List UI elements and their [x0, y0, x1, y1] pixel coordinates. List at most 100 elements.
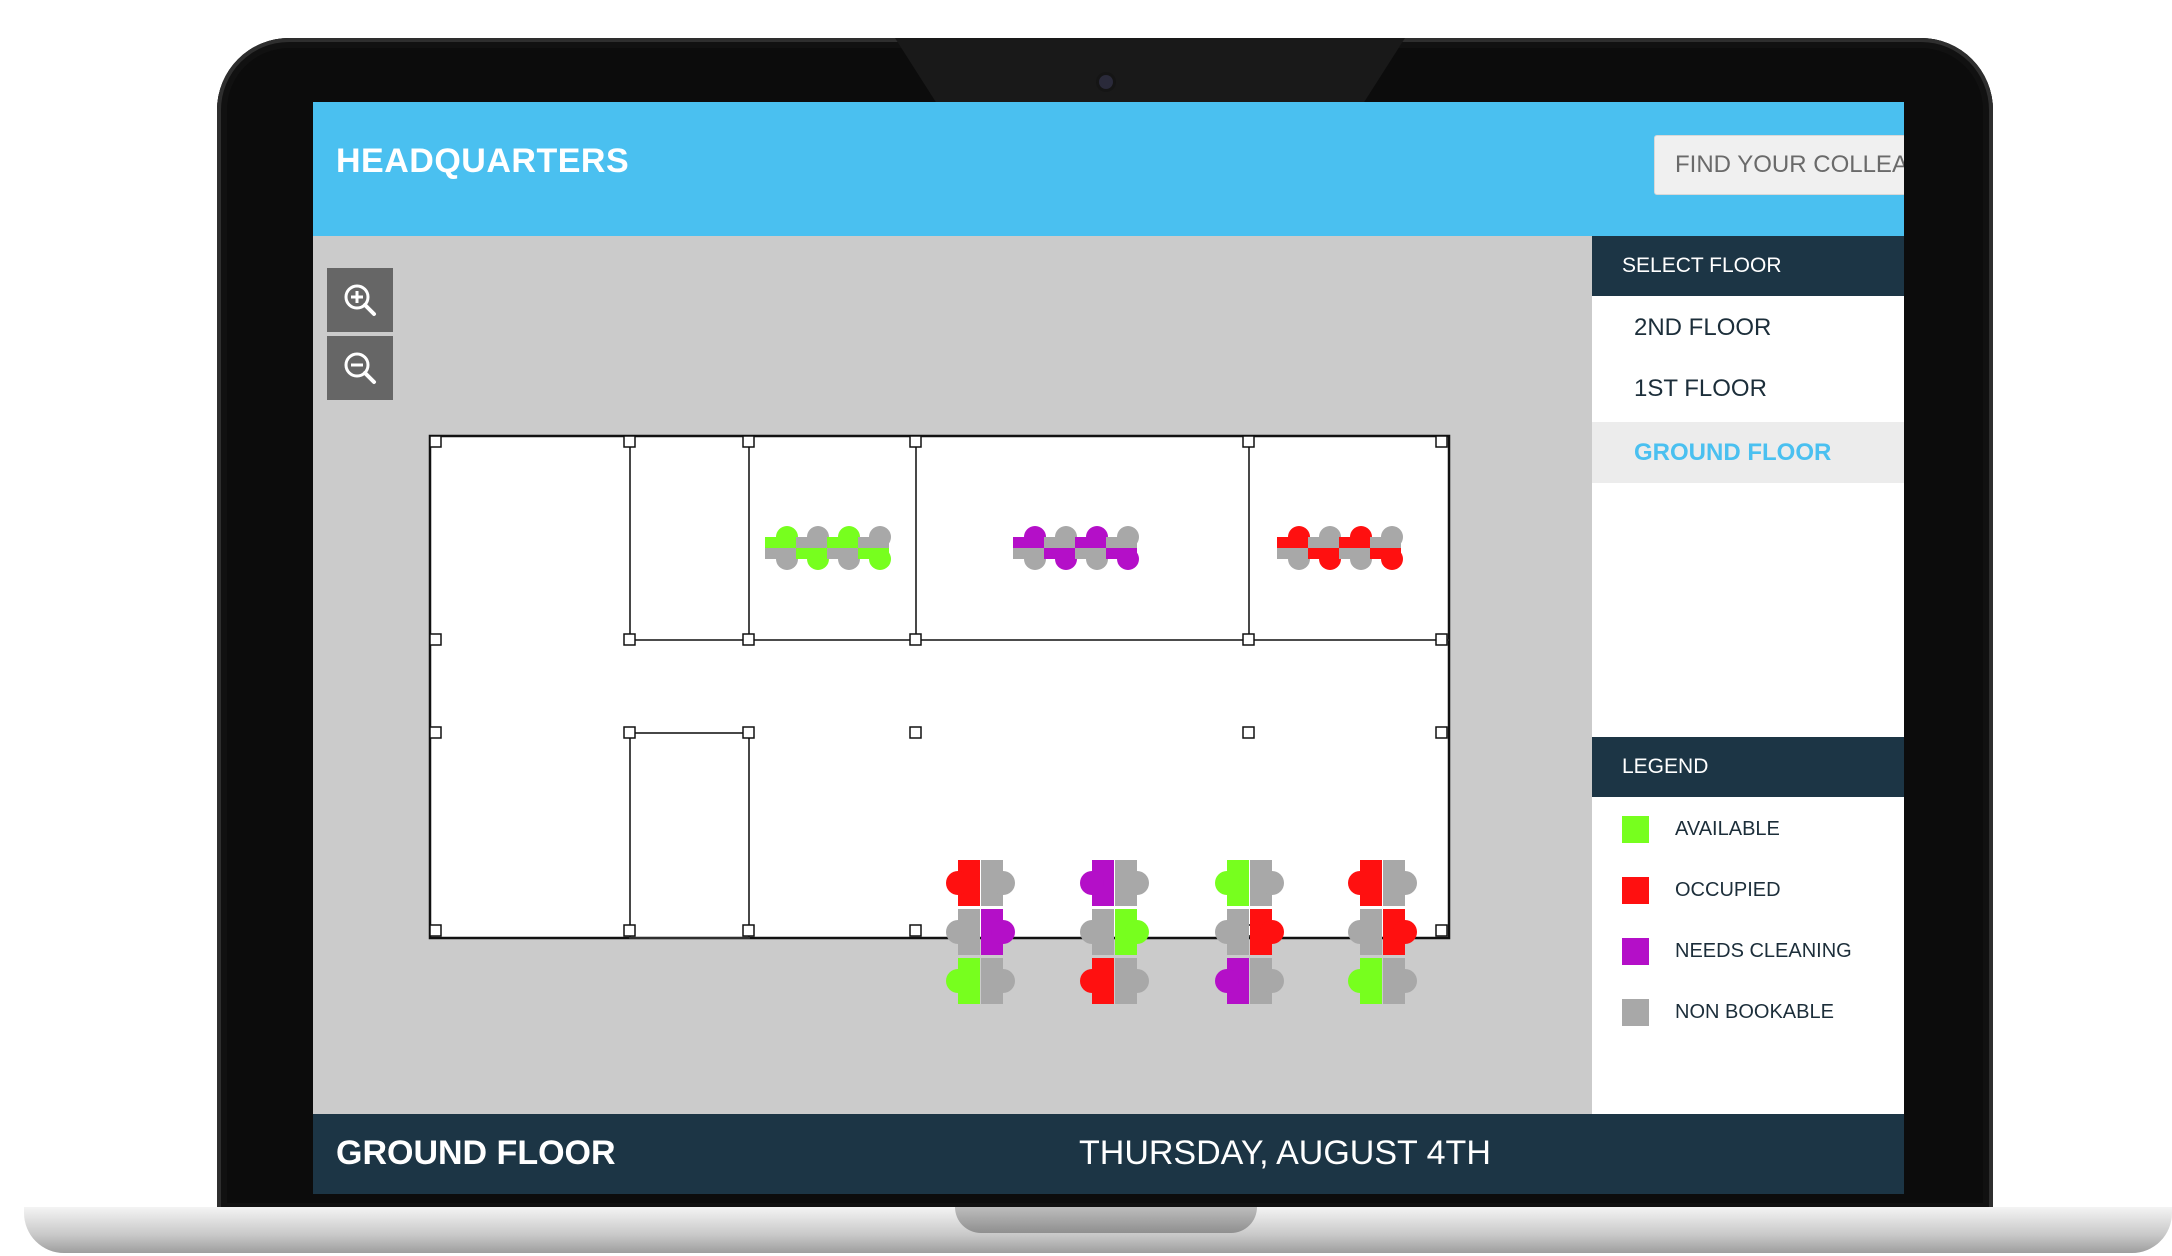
- resize-handle: [429, 633, 442, 646]
- legend-label: NEEDS CLEANING: [1675, 939, 1852, 962]
- legend-label: OCCUPIED: [1675, 878, 1781, 901]
- legend-label: AVAILABLE: [1675, 817, 1780, 840]
- seat-occupied[interactable]: [1319, 548, 1341, 570]
- seat-non_bookable[interactable]: [1260, 871, 1284, 895]
- seat-cleaning[interactable]: [1013, 537, 1044, 548]
- seat-non_bookable[interactable]: [1348, 920, 1372, 944]
- seat-cleaning[interactable]: [1080, 871, 1104, 895]
- seat-cleaning[interactable]: [1055, 548, 1077, 570]
- resize-handle: [429, 435, 442, 448]
- resize-handle: [1435, 924, 1448, 937]
- legend-item-available: AVAILABLE: [1622, 814, 1780, 844]
- camera-icon: [1099, 75, 1113, 89]
- resize-handle: [623, 633, 636, 646]
- page-title: HEADQUARTERS: [336, 142, 630, 180]
- laptop-base-notch: [955, 1207, 1257, 1233]
- seat-non_bookable[interactable]: [991, 969, 1015, 993]
- resize-handle: [1242, 726, 1255, 739]
- seat-available[interactable]: [1348, 969, 1372, 993]
- legend-item-non-bookable: NON BOOKABLE: [1622, 997, 1834, 1027]
- seat-non_bookable[interactable]: [1106, 537, 1137, 548]
- seat-non_bookable[interactable]: [1350, 548, 1372, 570]
- seat-cleaning[interactable]: [1117, 548, 1139, 570]
- floor-item-1st[interactable]: 1ST FLOOR: [1592, 358, 1904, 419]
- seat-non_bookable[interactable]: [1370, 537, 1401, 548]
- seat-occupied[interactable]: [1381, 548, 1403, 570]
- resize-handle: [1242, 633, 1255, 646]
- colleague-search-input[interactable]: [1654, 135, 1904, 195]
- seat-available[interactable]: [1215, 871, 1239, 895]
- seat-non_bookable[interactable]: [1125, 969, 1149, 993]
- resize-handle: [909, 633, 922, 646]
- seat-available[interactable]: [946, 969, 970, 993]
- resize-handle: [742, 435, 755, 448]
- resize-handle: [742, 924, 755, 937]
- seat-available[interactable]: [765, 537, 796, 548]
- status-footer: GROUND FLOOR THURSDAY, AUGUST 4TH: [313, 1114, 1904, 1194]
- seat-non_bookable[interactable]: [838, 548, 860, 570]
- seat-available[interactable]: [807, 548, 829, 570]
- app-screen: HEADQUARTERS SELECT FLOOR 2ND FLOOR 1ST …: [313, 102, 1904, 1194]
- legend-item-occupied: OCCUPIED: [1622, 875, 1781, 905]
- seat-non_bookable[interactable]: [1024, 548, 1046, 570]
- seat-non_bookable[interactable]: [776, 548, 798, 570]
- app-header: HEADQUARTERS: [313, 102, 1904, 236]
- select-floor-heading: SELECT FLOOR: [1592, 236, 1904, 296]
- seat-non_bookable[interactable]: [1215, 920, 1239, 944]
- seat-non_bookable[interactable]: [1308, 537, 1339, 548]
- seat-non_bookable[interactable]: [1044, 537, 1075, 548]
- current-floor-label: GROUND FLOOR: [336, 1134, 616, 1172]
- legend-label: NON BOOKABLE: [1675, 1000, 1834, 1023]
- resize-handle: [909, 924, 922, 937]
- seat-occupied[interactable]: [1080, 969, 1104, 993]
- seat-cleaning[interactable]: [991, 920, 1015, 944]
- laptop-bezel-notch: [895, 38, 1405, 102]
- legend-item-needs-cleaning: NEEDS CLEANING: [1622, 936, 1852, 966]
- seat-non_bookable[interactable]: [1080, 920, 1104, 944]
- seat-cleaning[interactable]: [1075, 537, 1106, 548]
- floorplan-canvas[interactable]: [313, 236, 1592, 1114]
- resize-handle: [1242, 435, 1255, 448]
- seat-non_bookable[interactable]: [858, 537, 889, 548]
- resize-handle: [623, 435, 636, 448]
- seat-occupied[interactable]: [1260, 920, 1284, 944]
- resize-handle: [1435, 633, 1448, 646]
- seat-occupied[interactable]: [1348, 871, 1372, 895]
- seat-non_bookable[interactable]: [1288, 548, 1310, 570]
- seat-available[interactable]: [827, 537, 858, 548]
- seat-available[interactable]: [1125, 920, 1149, 944]
- seat-occupied[interactable]: [1339, 537, 1370, 548]
- resize-handle: [429, 924, 442, 937]
- seat-non_bookable[interactable]: [1393, 871, 1417, 895]
- resize-handle: [909, 726, 922, 739]
- needs-cleaning-swatch: [1622, 937, 1649, 965]
- resize-handle: [1435, 435, 1448, 448]
- seat-available[interactable]: [869, 548, 891, 570]
- resize-handle: [1435, 726, 1448, 739]
- building-outline: [428, 434, 1451, 940]
- seat-occupied[interactable]: [1277, 537, 1308, 548]
- floor-item-2nd[interactable]: 2ND FLOOR: [1592, 297, 1904, 358]
- floor-item-ground[interactable]: GROUND FLOOR: [1592, 422, 1904, 483]
- legend-heading: LEGEND: [1592, 737, 1904, 797]
- seat-non_bookable[interactable]: [1086, 548, 1108, 570]
- seat-non_bookable[interactable]: [1260, 969, 1284, 993]
- seat-occupied[interactable]: [946, 871, 970, 895]
- seat-non_bookable[interactable]: [991, 871, 1015, 895]
- seat-non_bookable[interactable]: [796, 537, 827, 548]
- seat-non_bookable[interactable]: [1393, 969, 1417, 993]
- resize-handle: [909, 435, 922, 448]
- available-swatch: [1622, 815, 1649, 843]
- seat-cleaning[interactable]: [1215, 969, 1239, 993]
- current-date-label: THURSDAY, AUGUST 4TH: [1079, 1134, 1491, 1172]
- occupied-swatch: [1622, 876, 1649, 904]
- resize-handle: [623, 924, 636, 937]
- seat-non_bookable[interactable]: [946, 920, 970, 944]
- non-bookable-swatch: [1622, 998, 1649, 1026]
- floorplan-svg: [428, 434, 1451, 1004]
- resize-handle: [429, 726, 442, 739]
- seat-non_bookable[interactable]: [1125, 871, 1149, 895]
- resize-handle: [742, 726, 755, 739]
- seat-occupied[interactable]: [1393, 920, 1417, 944]
- resize-handle: [623, 726, 636, 739]
